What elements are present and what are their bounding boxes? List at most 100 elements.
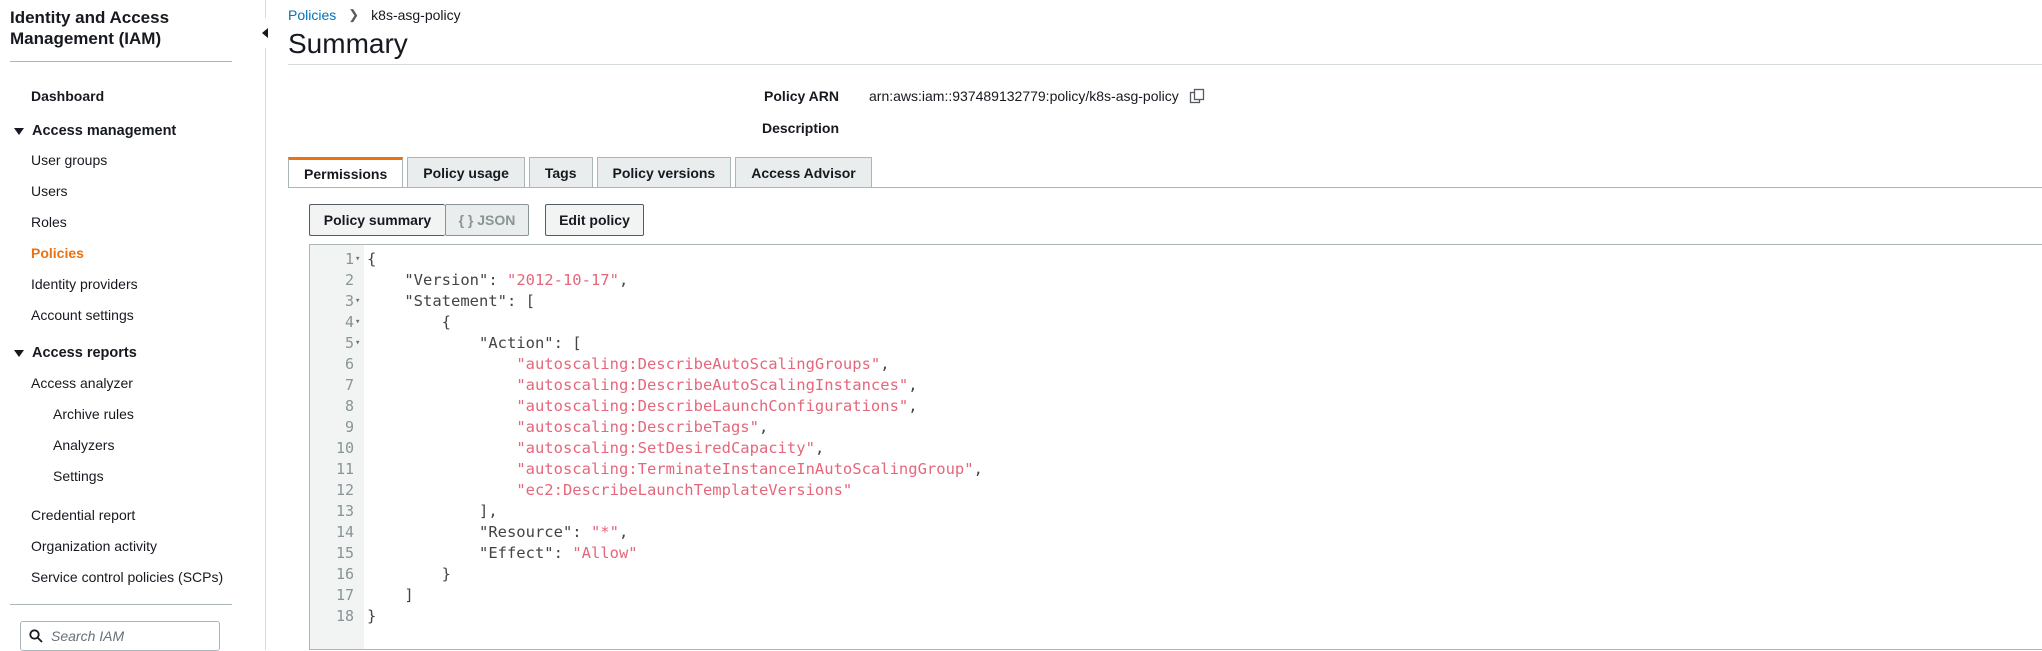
fold-toggle-icon[interactable]: ▾ [355, 291, 360, 312]
code-line: 6 "autoscaling:DescribeAutoScalingGroups… [310, 354, 2042, 375]
json-token: "Action": [ [478, 334, 582, 352]
sidebar-item-user-groups[interactable]: User groups [31, 151, 107, 169]
line-number: 15 [335, 544, 354, 562]
line-number: 18 [335, 607, 354, 625]
code-line: 9 "autoscaling:DescribeTags", [310, 417, 2042, 438]
code-line: 2 "Version": "2012-10-17", [310, 270, 2042, 291]
json-token: , [880, 355, 890, 373]
json-string: "autoscaling:DescribeAutoScalingGroups" [516, 355, 881, 373]
sidebar-item-policies[interactable]: Policies [31, 244, 84, 262]
json-token: , [758, 418, 769, 436]
code-line: 3 ▾ "Statement": [ [310, 291, 2042, 312]
code-line: 4 ▾ { [310, 312, 2042, 333]
sidebar-title[interactable]: Identity and Access Management (IAM) [10, 7, 225, 49]
sidebar-item-settings[interactable]: Settings [53, 467, 104, 485]
collapse-sidebar-button[interactable] [255, 18, 275, 48]
code-text: "autoscaling:DescribeLaunchConfiguration… [367, 396, 917, 417]
edit-policy-button[interactable]: Edit policy [545, 204, 644, 236]
json-string: "autoscaling:DescribeTags" [516, 418, 759, 436]
code-line: 15 "Effect": "Allow" [310, 543, 2042, 564]
code-line: 8 "autoscaling:DescribeLaunchConfigurati… [310, 396, 2042, 417]
code-text: ] [367, 585, 413, 606]
json-token: } [367, 607, 377, 625]
code-text: "autoscaling:DescribeTags", [367, 417, 768, 438]
code-text: { [367, 312, 451, 333]
code-text: "autoscaling:TerminateInstanceInAutoScal… [367, 459, 983, 480]
json-string: "autoscaling:TerminateInstanceInAutoScal… [516, 460, 974, 478]
code-text: "Resource": "*", [367, 522, 628, 543]
caret-down-icon [14, 127, 24, 135]
fold-toggle-icon[interactable]: ▾ [355, 333, 360, 354]
breadcrumb: Policies ❯ k8s-asg-policy [288, 7, 461, 23]
json-token: "Version": [404, 271, 507, 289]
policy-summary-button[interactable]: Policy summary [309, 204, 445, 236]
fold-toggle-icon[interactable]: ▾ [355, 312, 360, 333]
json-token: "Resource": [478, 523, 591, 541]
line-number: 4 [344, 313, 354, 331]
code-line: 13 ], [310, 501, 2042, 522]
tab-access-advisor[interactable]: Access Advisor [735, 157, 872, 187]
code-line: 5 ▾ "Action": [ [310, 333, 2042, 354]
json-token: , [973, 460, 983, 478]
caret-down-icon [14, 349, 24, 357]
json-string: "autoscaling:SetDesiredCapacity" [516, 439, 815, 457]
breadcrumb-link-policies[interactable]: Policies [288, 7, 336, 23]
sidebar-item-analyzers[interactable]: Analyzers [53, 436, 114, 454]
code-text: "Version": "2012-10-17", [367, 270, 628, 291]
line-number: 1 [344, 250, 354, 268]
sidebar-item-identity-providers[interactable]: Identity providers [31, 275, 138, 293]
json-string: "2012-10-17" [506, 271, 619, 289]
json-string: "autoscaling:DescribeLaunchConfiguration… [516, 397, 909, 415]
line-number: 13 [335, 502, 354, 520]
sidebar-item-organization-activity[interactable]: Organization activity [31, 537, 157, 555]
fold-toggle-icon[interactable]: ▾ [355, 249, 360, 270]
line-number: 2 [344, 271, 354, 289]
sidebar-section-label: Access reports [32, 345, 137, 361]
json-string: "ec2:DescribeLaunchTemplateVersions" [516, 481, 853, 499]
json-token: { [367, 250, 377, 268]
sidebar-item-credential-report[interactable]: Credential report [31, 506, 135, 524]
code-line: 17 ] [310, 585, 2042, 606]
sidebar-item-users[interactable]: Users [31, 182, 68, 200]
json-token: , [618, 271, 629, 289]
json-button[interactable]: { } JSON [445, 204, 529, 236]
json-token: , [618, 523, 629, 541]
code-text: "Effect": "Allow" [367, 543, 638, 564]
tabs: Permissions Policy usage Tags Policy ver… [288, 157, 876, 188]
sidebar-section-access-management[interactable]: Access management [14, 122, 176, 140]
sidebar-item-dashboard[interactable]: Dashboard [31, 87, 104, 105]
sidebar-item-roles[interactable]: Roles [31, 213, 67, 231]
sidebar-item-access-analyzer[interactable]: Access analyzer [31, 374, 133, 392]
line-number: 8 [344, 397, 354, 415]
search-icon [29, 629, 43, 643]
sidebar-divider [10, 61, 232, 62]
json-token: { [441, 313, 451, 331]
code-line: 1 ▾ { [310, 249, 2042, 270]
line-number: 3 [344, 292, 354, 310]
sidebar-item-account-settings[interactable]: Account settings [31, 306, 134, 324]
tab-tags[interactable]: Tags [528, 157, 593, 187]
line-number: 9 [344, 418, 354, 436]
description-label: Description [761, 120, 839, 136]
tab-policy-usage[interactable]: Policy usage [407, 157, 525, 187]
policy-arn-row: arn:aws:iam::937489132779:policy/k8s-asg… [869, 88, 1205, 104]
sidebar-item-scps[interactable]: Service control policies (SCPs) [31, 568, 223, 586]
tab-policy-versions[interactable]: Policy versions [596, 157, 732, 187]
tab-permissions[interactable]: Permissions [288, 157, 404, 188]
sidebar-section-access-reports[interactable]: Access reports [14, 344, 137, 362]
code-line: 14 "Resource": "*", [310, 522, 2042, 543]
search-placeholder: Search IAM [51, 628, 125, 644]
search-iam-input[interactable]: Search IAM [20, 621, 220, 651]
sidebar-item-archive-rules[interactable]: Archive rules [53, 405, 134, 423]
json-editor[interactable]: 1 ▾{2 "Version": "2012-10-17", 3 ▾ "Stateme… [309, 244, 2042, 650]
line-number: 14 [335, 523, 354, 541]
code-text: { [367, 249, 376, 270]
sidebar-section-label: Access management [32, 123, 177, 139]
json-string: "*" [590, 523, 619, 541]
code-text: "autoscaling:DescribeAutoScalingInstance… [367, 375, 917, 396]
line-number: 10 [335, 439, 354, 457]
sidebar: Identity and Access Management (IAM) Das… [0, 0, 266, 651]
line-number: 17 [335, 586, 354, 604]
chevron-right-icon: ❯ [348, 7, 360, 22]
copy-icon[interactable] [1189, 88, 1205, 104]
